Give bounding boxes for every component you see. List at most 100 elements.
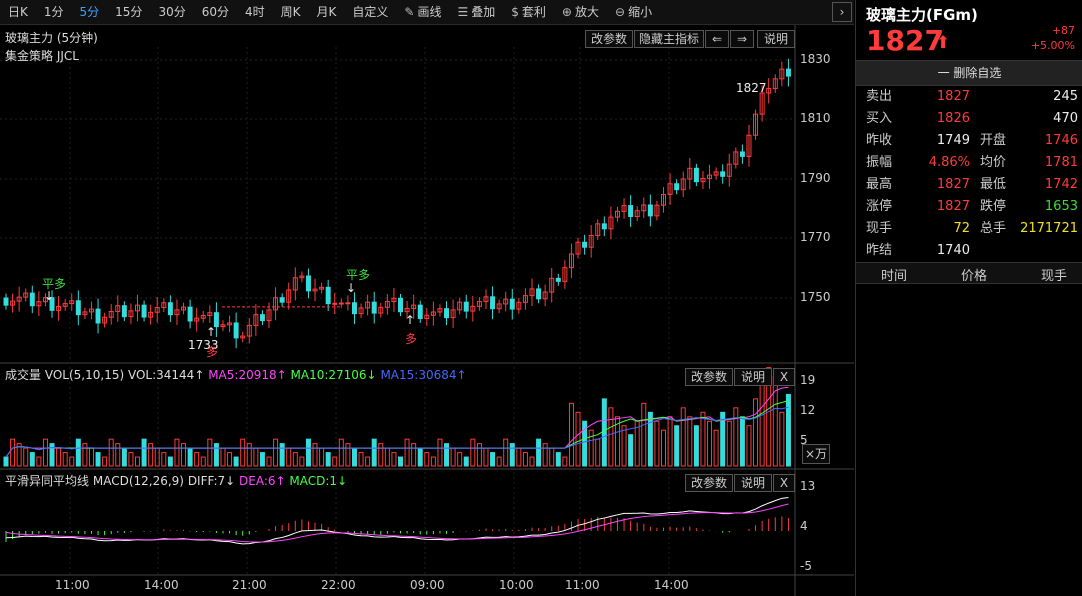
volume-bar xyxy=(542,443,548,467)
volume-bar xyxy=(371,438,377,467)
volume-bar xyxy=(444,443,450,467)
candle-body xyxy=(345,302,351,305)
volume-bar xyxy=(437,438,443,467)
candle-body xyxy=(509,298,515,310)
volume-bar xyxy=(161,452,167,467)
volume-bar xyxy=(49,443,55,467)
col-time: 时间 xyxy=(881,269,908,284)
volume-bar xyxy=(470,438,476,467)
volume-bar xyxy=(42,438,48,467)
period-1min[interactable]: 1分 xyxy=(36,0,72,24)
quote-value: 1742 xyxy=(1044,177,1078,192)
move-left-button[interactable]: ⇐ xyxy=(705,30,729,48)
volume-bar xyxy=(10,438,16,467)
volume-bar xyxy=(661,429,666,467)
price-tick: 1790 xyxy=(800,171,831,185)
quote-value: 1740 xyxy=(936,243,970,258)
volume-bar xyxy=(325,452,331,467)
volume-bar xyxy=(154,447,160,467)
overlay-button[interactable]: ☰ 叠加 xyxy=(449,0,503,24)
draw-line-button[interactable]: ✎ 画线 xyxy=(396,0,449,24)
volume-bar xyxy=(305,438,311,467)
quote-row: 卖出 1827 245 xyxy=(856,86,1082,108)
quote-value: 1653 xyxy=(1044,199,1078,214)
volume-bar xyxy=(522,452,528,467)
quote-label: 昨结 xyxy=(866,243,893,258)
candle-body xyxy=(444,308,450,319)
next-arrow-button[interactable]: › xyxy=(832,2,852,22)
volume-bar xyxy=(167,456,173,467)
zoom-out-icon: ⊖ xyxy=(615,5,626,19)
candle-body xyxy=(417,304,423,320)
volume-bar xyxy=(220,447,226,467)
volume-bar xyxy=(654,420,660,467)
period-5min[interactable]: 5分 xyxy=(72,0,108,24)
col-price: 价格 xyxy=(961,269,988,284)
macd-tick: 13 xyxy=(800,479,816,493)
period-week-k[interactable]: 周K xyxy=(273,0,309,24)
macd-tick: -5 xyxy=(800,559,812,573)
arbitrage-button[interactable]: $ 套利 xyxy=(503,0,554,24)
price-tick: 1830 xyxy=(800,52,831,66)
quote-value: 1826 xyxy=(936,111,970,126)
candle-body xyxy=(398,297,403,313)
volume-bar xyxy=(490,452,496,467)
volume-edit-button[interactable]: 改参数 xyxy=(685,368,733,386)
quote-value: 470 xyxy=(1053,111,1078,126)
volume-close-button[interactable]: X xyxy=(773,368,795,386)
volume-bar xyxy=(562,456,568,467)
quote-value: 72 xyxy=(953,221,970,236)
edit-params-button[interactable]: 改参数 xyxy=(585,30,633,48)
volume-bar xyxy=(680,407,686,467)
price-tick: 1750 xyxy=(800,290,831,304)
zoom-out-button[interactable]: ⊖ 缩小 xyxy=(607,0,660,24)
volume-bar xyxy=(29,452,35,467)
volume-bar xyxy=(595,438,601,467)
candle-body xyxy=(167,302,173,316)
volume-bar xyxy=(391,452,397,467)
last-price: 1827 xyxy=(866,24,944,57)
period-month-k[interactable]: 月K xyxy=(309,0,345,24)
macd-close-button[interactable]: X xyxy=(773,474,795,492)
delete-watchlist-button[interactable]: 一 删除自选 xyxy=(856,60,1082,86)
period-30min[interactable]: 30分 xyxy=(150,0,193,24)
candle-body xyxy=(739,151,745,157)
volume-bar xyxy=(299,456,305,467)
macd-params: MACD(12,26,9) xyxy=(92,474,184,488)
period-15min[interactable]: 15分 xyxy=(107,0,150,24)
candle-body xyxy=(332,302,338,305)
volume-bar xyxy=(621,425,627,467)
chart-panel: 玻璃主力 (5分钟) 集金策略 JJCL 改参数 隐藏主指标 ⇐ ⇒ 说明 18… xyxy=(0,25,854,596)
period-day-k[interactable]: 日K xyxy=(0,0,36,24)
volume-bar xyxy=(181,443,187,467)
last-price-label: 1827 xyxy=(736,81,767,95)
hide-main-indicator-button[interactable]: 隐藏主指标 xyxy=(634,30,704,48)
volume-bar xyxy=(23,447,29,467)
volume-name: 成交量 xyxy=(5,368,42,382)
main-help-button[interactable]: 说明 xyxy=(757,30,795,48)
period-4hour[interactable]: 4时 xyxy=(237,0,273,24)
signal-long: 多 xyxy=(206,345,219,359)
volume-bar xyxy=(628,434,634,467)
period-custom[interactable]: 自定义 xyxy=(344,0,396,24)
zoom-in-button[interactable]: ⊕ 放大 xyxy=(554,0,607,24)
volume-bar xyxy=(148,443,154,467)
ma15-value: MA15:30684↑ xyxy=(380,368,467,382)
candle-body xyxy=(259,314,265,322)
volume-bar xyxy=(200,456,206,467)
volume-value: VOL:34144↑ xyxy=(127,368,205,382)
price-tick: 1770 xyxy=(800,230,831,244)
volume-bar xyxy=(647,411,653,467)
macd-help-button[interactable]: 说明 xyxy=(734,474,772,492)
volume-bar xyxy=(483,447,489,467)
volume-bar xyxy=(75,438,81,467)
volume-bar xyxy=(62,452,68,467)
kline-chart[interactable] xyxy=(0,25,854,596)
macd-edit-button[interactable]: 改参数 xyxy=(685,474,733,492)
volume-bar xyxy=(259,452,265,467)
period-60min[interactable]: 60分 xyxy=(194,0,237,24)
volume-help-button[interactable]: 说明 xyxy=(734,368,772,386)
move-right-button[interactable]: ⇒ xyxy=(730,30,754,48)
volume-bar xyxy=(713,429,719,467)
volume-bar xyxy=(213,443,219,467)
